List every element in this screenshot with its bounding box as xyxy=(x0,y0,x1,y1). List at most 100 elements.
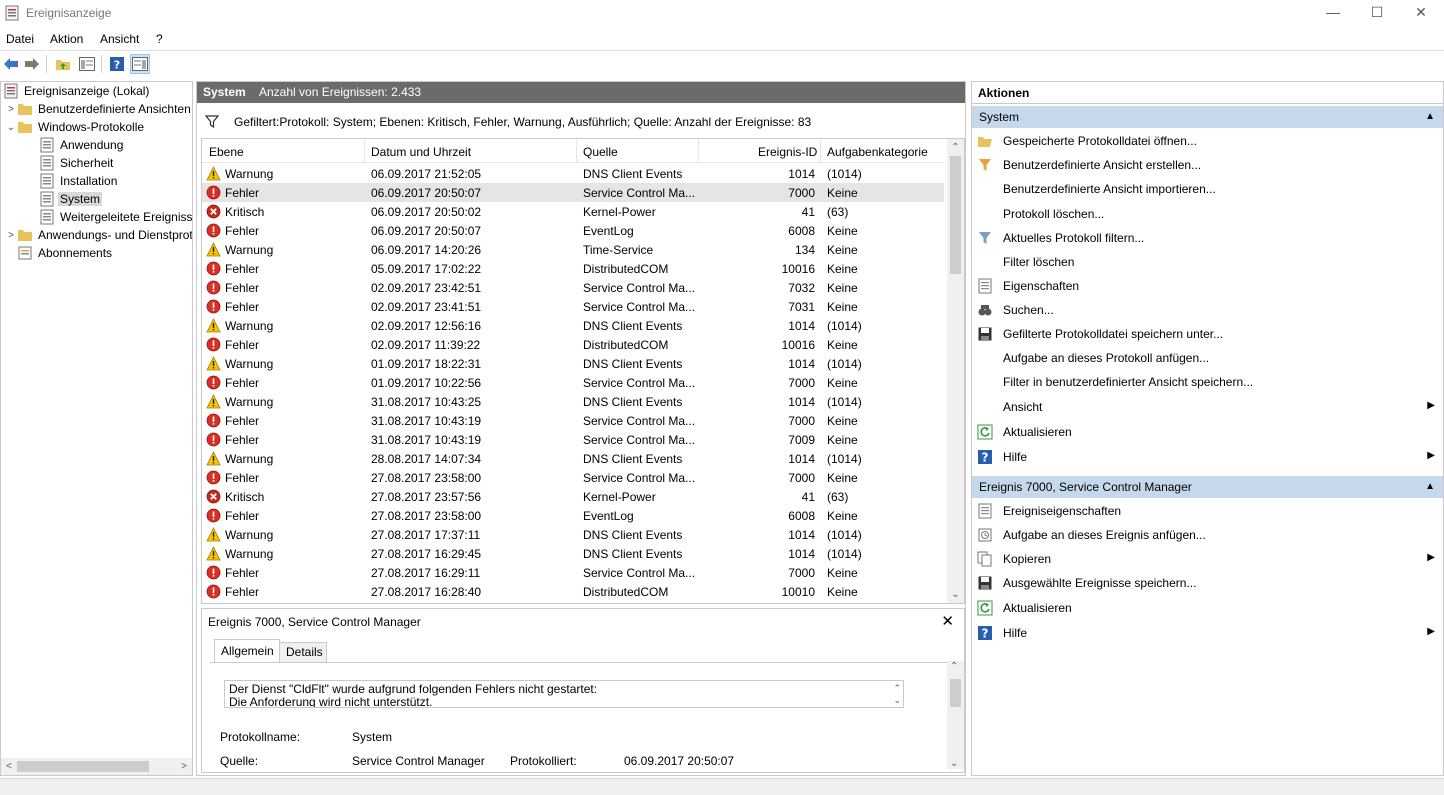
tree-item-subscriptions[interactable]: Abonnements xyxy=(17,244,114,262)
scroll-down-arrow-icon[interactable]: ⌄ xyxy=(950,758,958,769)
action-gespeicherte-protokolldatei-öffnen[interactable]: Gespeicherte Protokolldatei öffnen... xyxy=(972,130,1443,152)
column-header-datetime[interactable]: Datum und Uhrzeit xyxy=(371,145,471,159)
expand-arrow-icon[interactable]: > xyxy=(5,104,17,115)
tree-item-anwendung[interactable]: Anwendung xyxy=(39,136,125,154)
action-eigenschaften[interactable]: Eigenschaften xyxy=(972,275,1443,297)
table-row[interactable]: Warnung 27.08.2017 17:37:11 DNS Client Eve… xyxy=(202,525,944,544)
table-row[interactable]: Kritisch 06.09.2017 20:50:02 Kernel-Power (… xyxy=(202,202,944,221)
tree-item-sicherheit[interactable]: Sicherheit xyxy=(39,154,115,172)
table-row[interactable]: Warnung 27.08.2017 16:29:45 DNS Client Eve… xyxy=(202,544,944,563)
column-divider[interactable] xyxy=(364,139,365,163)
column-header-level[interactable]: Ebene xyxy=(209,145,244,159)
table-row[interactable]: Kritisch 27.08.2017 23:57:56 Kernel-Power (… xyxy=(202,487,944,506)
up-one-level-button[interactable] xyxy=(53,54,73,74)
task-cell: Keine xyxy=(827,376,858,390)
close-icon[interactable]: ✕ xyxy=(941,612,954,630)
table-row[interactable]: Fehler 31.08.2017 10:43:19 Service Control… xyxy=(202,430,944,449)
scrollbar-thumb[interactable] xyxy=(950,156,961,274)
table-row[interactable]: Fehler 05.09.2017 17:02:22 DistributedCOM K… xyxy=(202,259,944,278)
action-aktualisieren[interactable]: Aktualisieren xyxy=(972,421,1443,443)
table-row[interactable]: Fehler 01.09.2017 10:22:56 Service Control… xyxy=(202,373,944,392)
tree-horizontal-scrollbar[interactable]: < > xyxy=(1,758,192,775)
action-aktualisieren[interactable]: Aktualisieren xyxy=(972,597,1443,619)
collapse-caret-icon[interactable]: ▲ xyxy=(1425,111,1435,122)
column-header-source[interactable]: Quelle xyxy=(583,145,618,159)
column-divider[interactable] xyxy=(576,139,577,163)
menu-datei[interactable]: Datei xyxy=(6,32,34,46)
action-filter-löschen[interactable]: Filter löschen xyxy=(972,251,1443,273)
collapse-caret-icon[interactable]: ▲ xyxy=(1425,481,1435,492)
table-row[interactable]: Fehler 02.09.2017 11:39:22 DistributedCOM K… xyxy=(202,335,944,354)
column-header-event-id[interactable]: Ereignis-ID xyxy=(758,145,817,159)
action-gefilterte-protokolldatei-speichern-unter[interactable]: Gefilterte Protokolldatei speichern unte… xyxy=(972,323,1443,345)
table-row[interactable]: Warnung 02.09.2017 12:56:16 DNS Client Eve… xyxy=(202,316,944,335)
action-suchen[interactable]: Suchen... xyxy=(972,299,1443,321)
expand-arrow-icon[interactable]: > xyxy=(5,230,17,241)
action-filter-in-benutzerdefinierter-ansicht-speichern[interactable]: Filter in benutzerdefinierter Ansicht sp… xyxy=(972,371,1443,393)
detail-vertical-scrollbar[interactable]: ⌃ ⌄ xyxy=(947,661,964,769)
scroll-left-arrow-icon[interactable]: < xyxy=(1,758,17,775)
scroll-up-arrow-icon[interactable]: ⌃ xyxy=(950,661,958,672)
event-message[interactable]: Der Dienst "CldFlt" wurde aufgrund folge… xyxy=(224,680,904,708)
show-hide-console-tree-button[interactable] xyxy=(77,54,97,74)
actions-section-event[interactable]: Ereignis 7000, Service Control Manager ▲ xyxy=(972,476,1443,498)
scrollbar-thumb[interactable] xyxy=(17,761,149,772)
action-ereigniseigenschaften[interactable]: Ereigniseigenschaften xyxy=(972,500,1443,522)
table-row[interactable]: Warnung 28.08.2017 14:07:34 DNS Client Eve… xyxy=(202,449,944,468)
tab-allgemein[interactable]: Allgemein xyxy=(214,639,280,663)
table-row[interactable]: Fehler 02.09.2017 23:42:51 Service Control… xyxy=(202,278,944,297)
tab-details[interactable]: Details xyxy=(279,642,327,663)
actions-section-system[interactable]: System ▲ xyxy=(972,106,1443,128)
column-divider[interactable] xyxy=(820,139,821,163)
table-row[interactable]: Fehler 02.09.2017 23:41:51 Service Control… xyxy=(202,297,944,316)
collapse-arrow-icon[interactable]: ⌄ xyxy=(5,122,17,133)
menu-help[interactable]: ? xyxy=(156,32,163,46)
close-window-button[interactable]: ✕ xyxy=(1398,0,1444,26)
table-row[interactable]: Warnung 01.09.2017 18:22:31 DNS Client Eve… xyxy=(202,354,944,373)
message-scroll-arrows-icon[interactable]: ⌃ ⌄ xyxy=(893,682,901,706)
action-ausgewählte-ereignisse-speichern[interactable]: Ausgewählte Ereignisse speichern... xyxy=(972,572,1443,594)
tree-item-root[interactable]: Ereignisanzeige (Lokal) xyxy=(3,82,151,100)
action-hilfe[interactable]: ? Hilfe ▶ xyxy=(972,622,1443,644)
table-row[interactable]: Warnung 06.09.2017 21:52:05 DNS Client Eve… xyxy=(202,164,944,183)
table-vertical-scrollbar[interactable]: ⌃ ⌄ xyxy=(947,139,964,603)
tree-item-forwarded-events[interactable]: Weitergeleitete Ereignisse xyxy=(39,208,192,226)
menu-ansicht[interactable]: Ansicht xyxy=(100,32,139,46)
action-hilfe[interactable]: ? Hilfe ▶ xyxy=(972,446,1443,468)
tree-item-installation[interactable]: Installation xyxy=(39,172,119,190)
tree-item-system[interactable]: System xyxy=(39,190,103,208)
action-benutzerdefinierte-ansicht-erstellen[interactable]: Benutzerdefinierte Ansicht erstellen... xyxy=(972,154,1443,176)
table-row[interactable]: Fehler 27.08.2017 23:58:00 Service Control… xyxy=(202,468,944,487)
action-benutzerdefinierte-ansicht-importieren[interactable]: Benutzerdefinierte Ansicht importieren..… xyxy=(972,178,1443,200)
action-aktuelles-protokoll-filtern[interactable]: Aktuelles Protokoll filtern... xyxy=(972,227,1443,249)
table-row[interactable]: Fehler 31.08.2017 10:43:19 Service Control… xyxy=(202,411,944,430)
scroll-up-arrow-icon[interactable]: ⌃ xyxy=(947,139,964,156)
menu-aktion[interactable]: Aktion xyxy=(50,32,83,46)
show-hide-action-pane-button[interactable] xyxy=(130,54,150,74)
tree-item-windows-logs[interactable]: ⌄ Windows-Protokolle xyxy=(5,118,146,136)
tree-item-custom-views[interactable]: > Benutzerdefinierte Ansichten xyxy=(5,100,192,118)
scrollbar-thumb[interactable] xyxy=(950,679,961,707)
table-row[interactable]: Warnung 06.09.2017 14:20:26 Time-Service Ke… xyxy=(202,240,944,259)
help-button[interactable]: ? xyxy=(107,54,127,74)
table-row[interactable]: Warnung 31.08.2017 10:43:25 DNS Client Eve… xyxy=(202,392,944,411)
table-row[interactable]: Fehler 06.09.2017 20:50:07 Service Control… xyxy=(202,183,944,202)
action-aufgabe-an-dieses-protokoll-anfügen[interactable]: Aufgabe an dieses Protokoll anfügen... xyxy=(972,347,1443,369)
tree-item-app-services[interactable]: > Anwendungs- und Dienstprotokolle xyxy=(5,226,192,244)
scroll-down-arrow-icon[interactable]: ⌄ xyxy=(947,586,964,603)
forward-button[interactable] xyxy=(22,54,42,74)
table-row[interactable]: Fehler 27.08.2017 23:58:00 EventLog Keine 60… xyxy=(202,506,944,525)
maximize-button[interactable]: ☐ xyxy=(1354,0,1400,26)
table-row[interactable]: Fehler 27.08.2017 16:28:40 DistributedCOM K… xyxy=(202,582,944,601)
minimize-button[interactable]: — xyxy=(1310,0,1356,26)
action-protokoll-löschen[interactable]: Protokoll löschen... xyxy=(972,203,1443,225)
action-aufgabe-an-dieses-ereignis-anfügen[interactable]: Aufgabe an dieses Ereignis anfügen... xyxy=(972,524,1443,546)
back-button[interactable] xyxy=(1,54,21,74)
scroll-right-arrow-icon[interactable]: > xyxy=(176,758,192,775)
column-header-task[interactable]: Aufgabenkategorie xyxy=(827,145,928,159)
action-ansicht[interactable]: Ansicht ▶ xyxy=(972,396,1443,418)
column-divider[interactable] xyxy=(698,139,699,163)
table-row[interactable]: Fehler 27.08.2017 16:29:11 Service Control… xyxy=(202,563,944,582)
action-kopieren[interactable]: Kopieren ▶ xyxy=(972,548,1443,570)
table-row[interactable]: Fehler 06.09.2017 20:50:07 EventLog Keine 60… xyxy=(202,221,944,240)
